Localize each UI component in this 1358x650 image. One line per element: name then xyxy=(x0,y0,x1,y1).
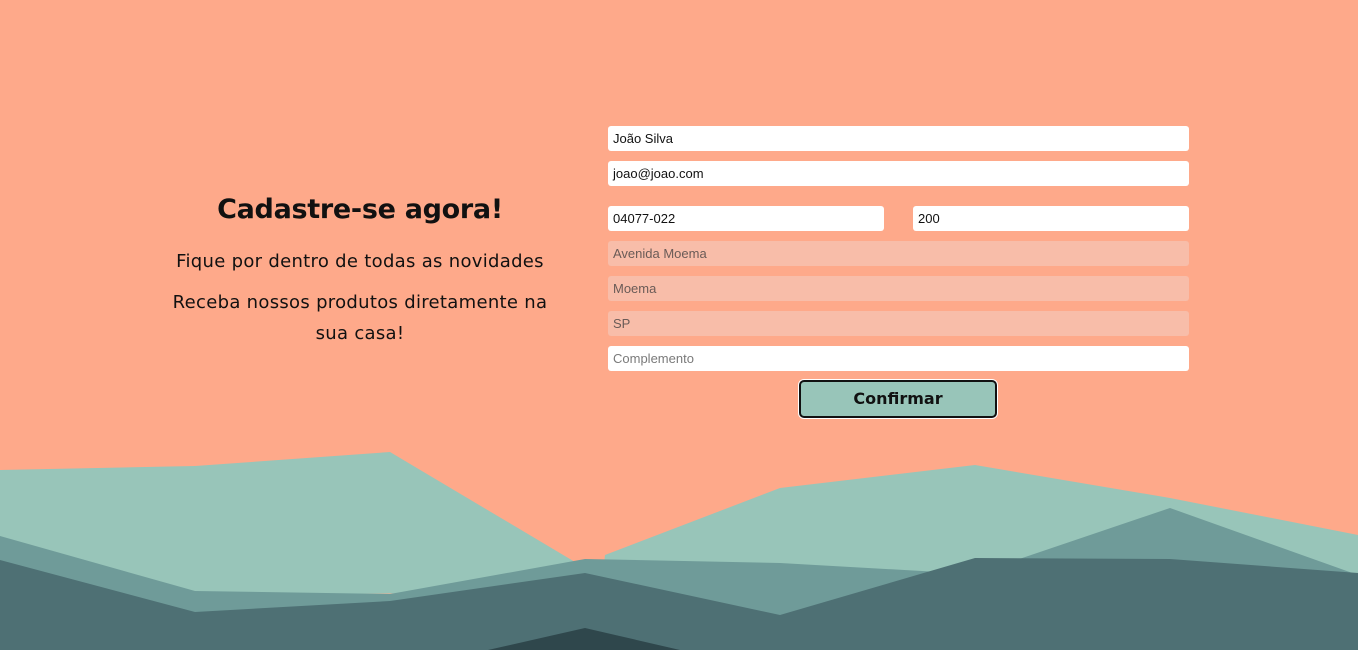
page-title: Cadastre-se agora! xyxy=(217,194,503,225)
intro-text-novidades: Fique por dentro de todas as novidades xyxy=(176,251,544,272)
confirm-button[interactable]: Confirmar xyxy=(799,380,997,418)
intro-section: Cadastre-se agora! Fique por dentro de t… xyxy=(158,188,562,349)
email-field[interactable]: joao@joao.com xyxy=(608,161,1189,186)
number-field[interactable]: 200 xyxy=(913,206,1189,231)
street-field: Avenida Moema xyxy=(608,241,1189,266)
name-field[interactable]: João Silva xyxy=(608,126,1189,151)
intro-text-produtos: Receba nossos produtos diretamente na su… xyxy=(172,292,548,344)
state-field: SP xyxy=(608,311,1189,336)
cep-field[interactable]: 04077-022 xyxy=(608,206,884,231)
district-field: Moema xyxy=(608,276,1189,301)
complement-field[interactable]: Complemento xyxy=(608,346,1189,371)
